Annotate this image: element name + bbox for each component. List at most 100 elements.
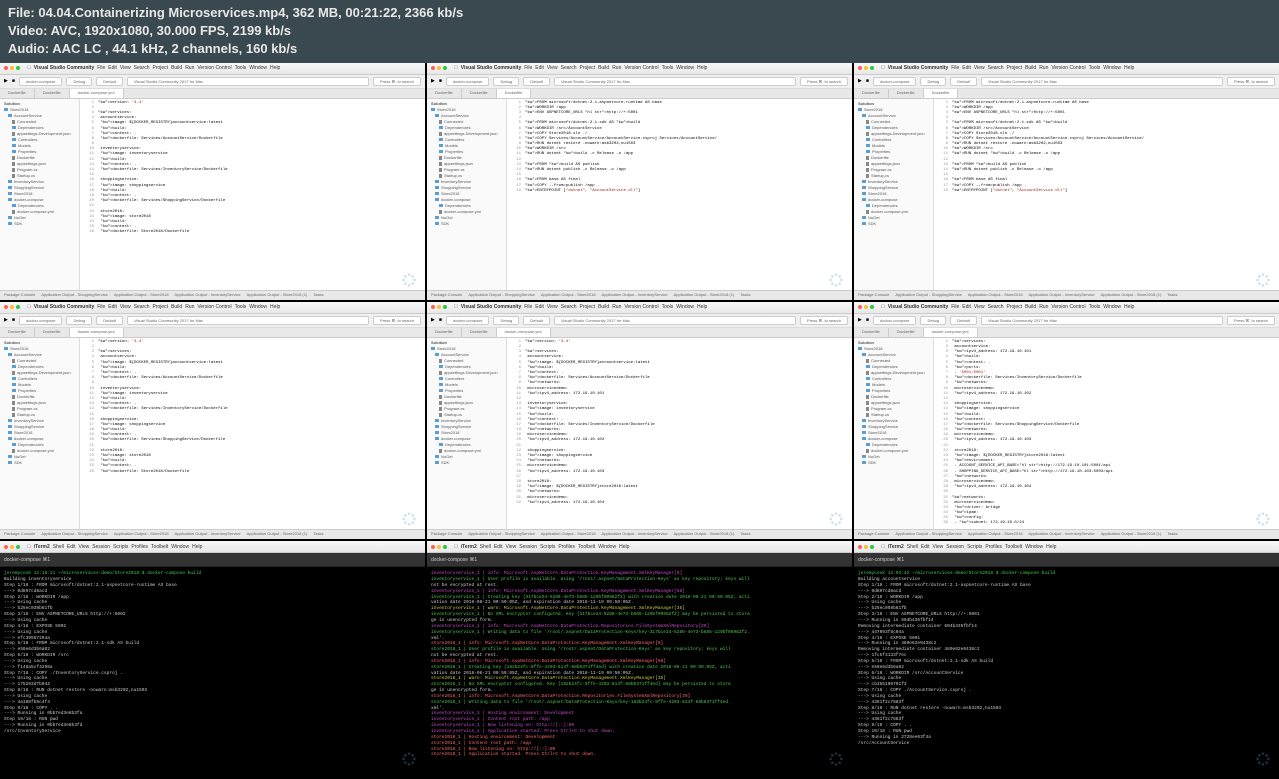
menu-item[interactable]: Project <box>153 304 169 310</box>
solution-explorer[interactable]: Solution Store2018AccountServiceConnecte… <box>0 99 80 290</box>
output-tab[interactable]: Application Output - Store2018 (1) <box>674 531 735 538</box>
config-dropdown[interactable]: docker-compose <box>873 316 917 325</box>
menu-item[interactable]: Build <box>1025 304 1036 310</box>
output-tab[interactable]: Application Output - Store2018 <box>541 292 596 299</box>
menu-item[interactable]: Help <box>1046 544 1056 550</box>
stop-icon[interactable]: ■ <box>439 317 442 323</box>
menu-item[interactable]: Project <box>1007 304 1023 310</box>
menu-item[interactable]: View <box>120 65 131 71</box>
output-tab[interactable]: Tasks <box>313 531 323 538</box>
output-tab[interactable]: Application Output - Store2018 (1) <box>247 292 308 299</box>
tab[interactable]: Dockerfile <box>854 89 889 98</box>
menu-item[interactable]: Build <box>598 304 609 310</box>
menu-item[interactable]: Shell <box>53 544 64 550</box>
output-tab[interactable]: Package Console <box>431 531 462 538</box>
menu-item[interactable]: Tools <box>1089 304 1101 310</box>
apple-icon[interactable]:  <box>27 304 31 310</box>
stop-icon[interactable]: ■ <box>439 78 442 84</box>
play-icon[interactable]: ▶ <box>858 78 862 84</box>
output-tab[interactable]: Application Output - Store2018 (1) <box>1101 531 1162 538</box>
menu-item[interactable]: Scripts <box>113 544 128 550</box>
output-tab[interactable]: Package Console <box>858 292 889 299</box>
output-tab[interactable]: Application Output - ShoppingService <box>895 292 961 299</box>
menu-item[interactable]: File <box>97 65 105 71</box>
menu-item[interactable]: Session <box>92 544 110 550</box>
menu-item[interactable]: View <box>79 544 90 550</box>
output-tab[interactable]: Tasks <box>313 292 323 299</box>
target-dropdown[interactable]: Default <box>950 77 977 86</box>
menu-item[interactable]: Project <box>1007 65 1023 71</box>
menu-item[interactable]: Search <box>988 304 1004 310</box>
menu-item[interactable]: Window <box>598 544 616 550</box>
tab-active[interactable]: docker-compose.yml <box>70 89 124 98</box>
target-dropdown[interactable]: Default <box>950 316 977 325</box>
menu-item[interactable]: Scripts <box>540 544 555 550</box>
traffic-lights[interactable] <box>4 305 20 309</box>
debug-dropdown[interactable]: Debug <box>66 316 92 325</box>
tree-item[interactable]: SDK <box>856 221 931 227</box>
menu-item[interactable]: Search <box>134 65 150 71</box>
menu-item[interactable]: Window <box>1103 304 1121 310</box>
tree-item[interactable]: SDK <box>2 221 77 227</box>
menu-item[interactable]: Edit <box>494 544 503 550</box>
tab[interactable]: Dockerfile <box>0 328 35 337</box>
tab-active[interactable]: Dockerfile <box>924 89 959 98</box>
menu-item[interactable]: Window <box>1103 65 1121 71</box>
tab[interactable]: Dockerfile <box>889 328 924 337</box>
apple-icon[interactable]:  <box>454 544 458 550</box>
config-dropdown[interactable]: docker-compose <box>446 316 490 325</box>
tab[interactable]: Dockerfile <box>854 328 889 337</box>
output-tab[interactable]: Application Output - InventoryService <box>602 292 668 299</box>
tab-active[interactable]: docker-compose.yml <box>497 328 551 337</box>
debug-dropdown[interactable]: Debug <box>493 316 519 325</box>
menu-item[interactable]: Version Control <box>197 65 231 71</box>
output-tab[interactable]: Application Output - Store2018 (1) <box>674 292 735 299</box>
menu-item[interactable]: Edit <box>108 65 117 71</box>
config-dropdown[interactable]: docker-compose <box>19 77 63 86</box>
solution-explorer[interactable]: Solution Store2018AccountServiceConnecte… <box>854 338 934 529</box>
tab-active[interactable]: docker-compose.yml <box>924 328 978 337</box>
menu-item[interactable]: View <box>547 65 558 71</box>
output-tab[interactable]: Application Output - ShoppingService <box>41 531 107 538</box>
term-tab[interactable]: docker-compose ⌘1 <box>858 557 904 563</box>
menu-item[interactable]: File <box>97 304 105 310</box>
menu-item[interactable]: Run <box>1039 65 1048 71</box>
solution-explorer[interactable]: Solution Store2018AccountServiceConnecte… <box>0 338 80 529</box>
code-editor[interactable]: 1"kw">services:2 accountservice:3 "kw">i… <box>934 338 1279 529</box>
debug-dropdown[interactable]: Debug <box>920 316 946 325</box>
output-tab[interactable]: Application Output - ShoppingService <box>468 531 534 538</box>
menu-item[interactable]: Toolbelt <box>578 544 595 550</box>
solution-explorer[interactable]: Solution Store2018AccountServiceConnecte… <box>854 99 934 290</box>
output-tab[interactable]: Application Output - ShoppingService <box>895 531 961 538</box>
tree-item[interactable]: SDK <box>429 221 504 227</box>
menu-item[interactable]: Help <box>270 304 280 310</box>
menu-item[interactable]: Session <box>519 544 537 550</box>
menu-item[interactable]: Edit <box>921 544 930 550</box>
output-tab[interactable]: Application Output - InventoryService <box>602 531 668 538</box>
output-tab[interactable]: Application Output - InventoryService <box>1029 531 1095 538</box>
menu-item[interactable]: View <box>120 304 131 310</box>
output-tab[interactable]: Application Output - ShoppingService <box>468 292 534 299</box>
play-icon[interactable]: ▶ <box>431 317 435 323</box>
stop-icon[interactable]: ■ <box>12 78 15 84</box>
traffic-lights[interactable] <box>4 66 20 70</box>
menu-item[interactable]: Shell <box>480 544 491 550</box>
menu-item[interactable]: Edit <box>535 65 544 71</box>
menu-item[interactable]: View <box>506 544 517 550</box>
debug-dropdown[interactable]: Debug <box>66 77 92 86</box>
menu-item[interactable]: Build <box>171 304 182 310</box>
menu-item[interactable]: Profiles <box>131 544 148 550</box>
menu-item[interactable]: Session <box>946 544 964 550</box>
apple-icon[interactable]:  <box>27 544 31 550</box>
search-box[interactable]: Press ⌘, to search <box>373 77 421 86</box>
menu-item[interactable]: Project <box>580 65 596 71</box>
menu-item[interactable]: Window <box>171 544 189 550</box>
search-box[interactable]: Press ⌘, to search <box>800 77 848 86</box>
output-tab[interactable]: Application Output - Store2018 <box>968 292 1023 299</box>
traffic-lights[interactable] <box>431 66 447 70</box>
solution-explorer[interactable]: Solution Store2018AccountServiceConnecte… <box>427 338 507 529</box>
terminal-output[interactable]: jeremycook 12:18:21 ~/microservices-demo… <box>0 567 425 739</box>
output-tab[interactable]: Application Output - InventoryService <box>175 292 241 299</box>
solution-explorer[interactable]: Solution Store2018AccountServiceConnecte… <box>427 99 507 290</box>
menu-item[interactable]: Tools <box>1089 65 1101 71</box>
